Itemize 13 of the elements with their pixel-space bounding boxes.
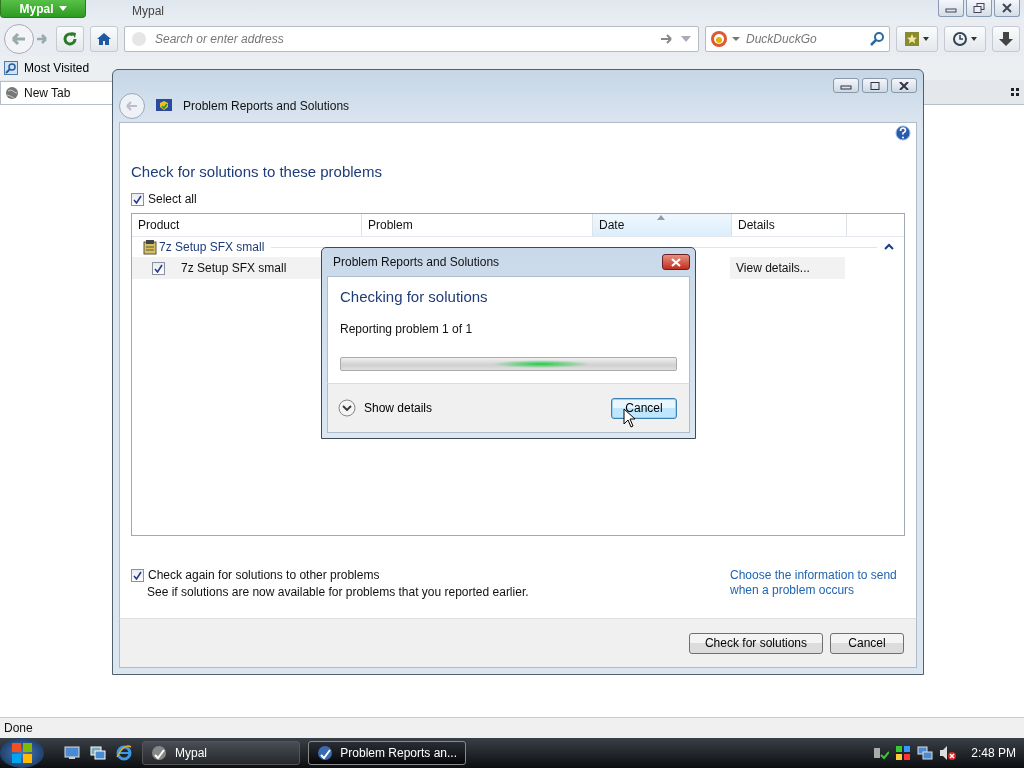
checkbox-label: Check again for solutions to other problems <box>148 568 380 582</box>
window-title: Mypal <box>132 4 164 18</box>
dialog-title: Problem Reports and Solutions <box>333 255 500 269</box>
status-text: Reporting problem 1 of 1 <box>340 322 474 336</box>
table-cell: 7z Setup SFX small <box>181 261 287 275</box>
checkbox-description: See if solutions are now available for problems that you reported earlier. <box>147 585 529 599</box>
dialog-heading: Checking for solutions <box>340 288 489 305</box>
clock: 2:48 PM <box>971 746 1016 760</box>
window-title: Problem Reports and Solutions <box>183 99 350 113</box>
status-text: Done <box>4 721 33 735</box>
checkbox-label: Select all <box>148 192 197 206</box>
group-name: 7z Setup SFX small <box>159 240 265 254</box>
section-heading: Check for solutions to these problems <box>131 163 383 180</box>
